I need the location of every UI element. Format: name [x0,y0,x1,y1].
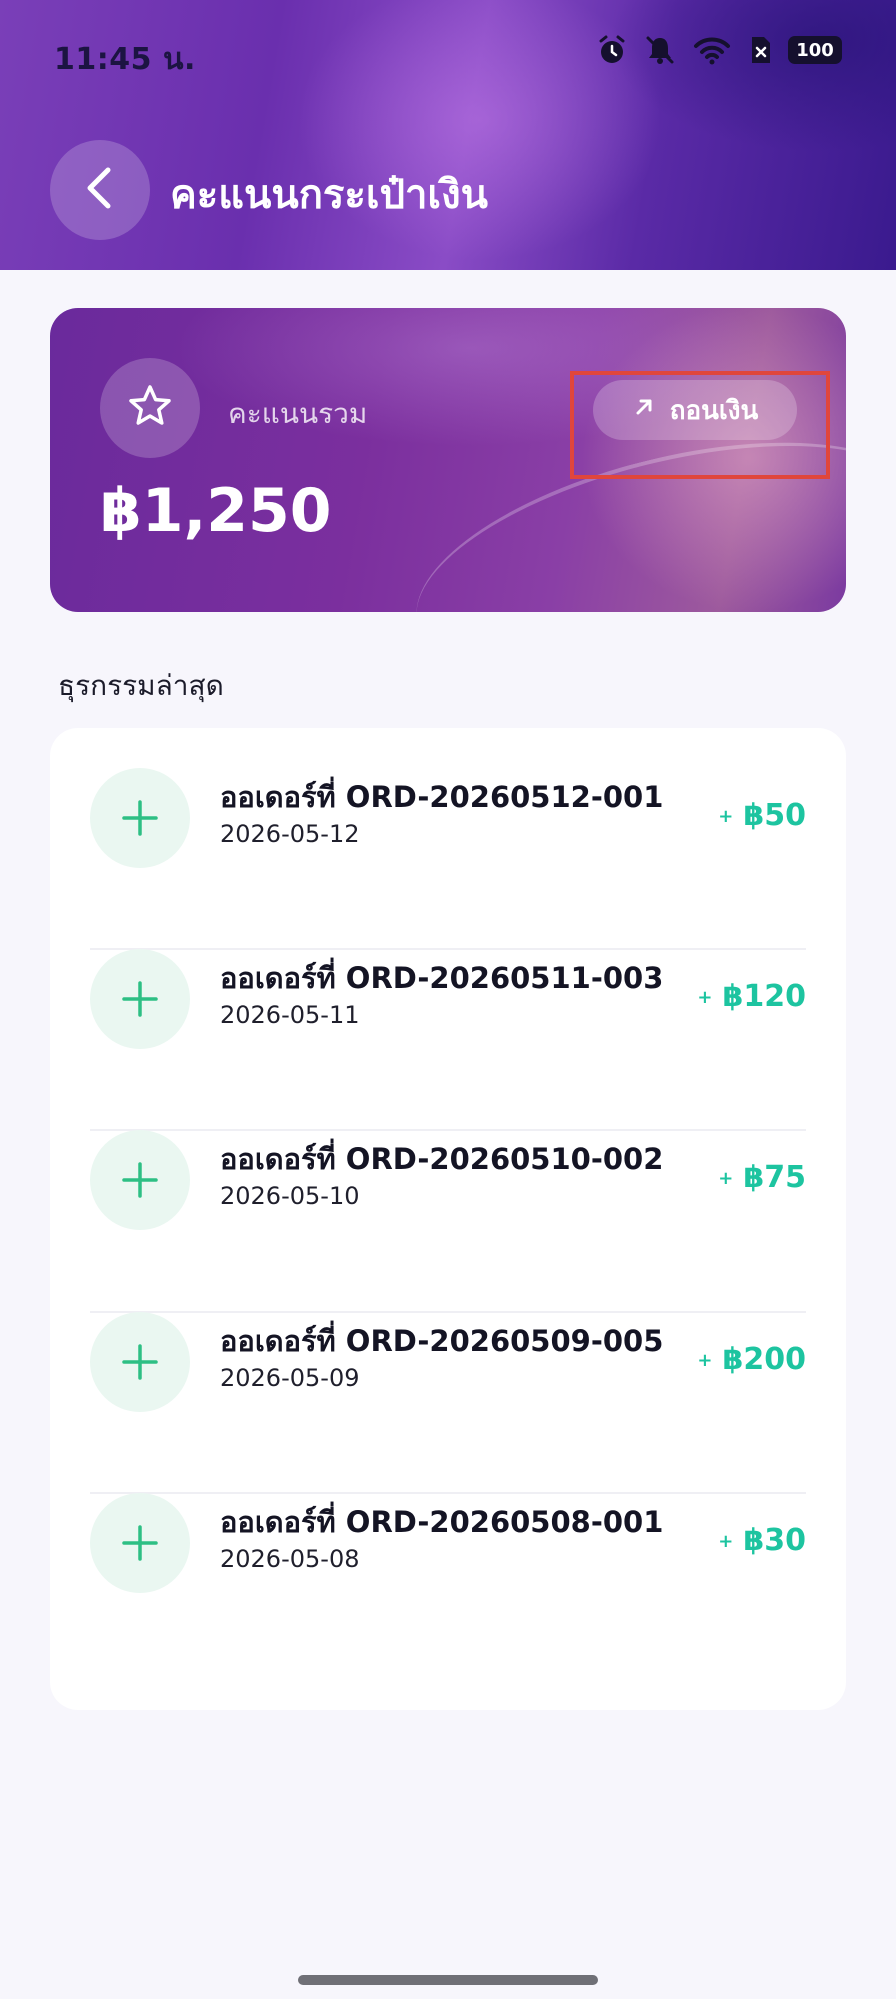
transaction-title: ออเดอร์ที่ ORD-20260508-001 [220,1505,664,1539]
chevron-left-icon [80,164,120,216]
transaction-title: ออเดอร์ที่ ORD-20260511-003 [220,961,664,995]
home-indicator[interactable] [298,1975,598,1985]
amount-value: ฿75 [743,1160,806,1195]
plus-icon [90,1493,190,1593]
transaction-amount: + ฿30 [718,1523,806,1558]
star-badge [100,358,200,458]
transaction-title: ออเดอร์ที่ ORD-20260510-002 [220,1142,664,1176]
amount-sign: + [718,806,734,827]
bell-off-icon [644,34,676,66]
transaction-title: ออเดอร์ที่ ORD-20260509-005 [220,1324,664,1358]
app-header: 11:45 น. 100 คะแนนกระเป๋าเงิน [0,0,896,270]
battery-icon: 100 [788,36,842,64]
plus-icon [90,1130,190,1230]
star-icon [126,382,174,434]
amount-value: ฿50 [743,798,806,833]
plus-icon [90,1312,190,1412]
status-time: 11:45 น. [54,42,196,77]
transaction-amount: + ฿200 [697,1342,806,1377]
points-value: ฿1,250 [100,476,332,546]
transaction-date: 2026-05-11 [220,1001,360,1029]
status-icons: 100 [596,34,842,66]
amount-sign: + [697,987,713,1008]
plus-icon [90,949,190,1049]
list-item[interactable]: ออเดอร์ที่ ORD-20260511-003 2026-05-11 +… [90,909,806,1090]
amount-sign: + [697,1350,713,1371]
amount-value: ฿200 [722,1342,807,1377]
back-button[interactable] [50,140,150,240]
amount-sign: + [718,1531,734,1552]
list-item[interactable]: ออเดอร์ที่ ORD-20260510-002 2026-05-10 +… [90,1090,806,1271]
list-item[interactable]: ออเดอร์ที่ ORD-20260508-001 2026-05-08 +… [90,1453,806,1634]
wallet-card: คะแนนรวม ฿1,250 ถอนเงิน [50,308,846,612]
transaction-amount: + ฿75 [718,1160,806,1195]
list-item[interactable]: ออเดอร์ที่ ORD-20260509-005 2026-05-09 +… [90,1272,806,1453]
amount-value: ฿30 [743,1523,806,1558]
transaction-date: 2026-05-08 [220,1545,360,1573]
transaction-title: ออเดอร์ที่ ORD-20260512-001 [220,780,664,814]
transaction-date: 2026-05-10 [220,1182,360,1210]
points-label: คะแนนรวม [228,397,368,430]
list-item[interactable]: ออเดอร์ที่ ORD-20260512-001 2026-05-12 +… [90,728,806,909]
wifi-icon [692,34,732,66]
sim-x-icon [748,35,772,65]
transaction-amount: + ฿50 [718,798,806,833]
plus-icon [90,768,190,868]
arrow-up-right-icon [632,395,656,426]
withdraw-label: ถอนเงิน [669,395,759,426]
transaction-date: 2026-05-09 [220,1364,360,1392]
alarm-icon [596,34,628,66]
section-title: ธุรกรรมล่าสุด [58,669,224,702]
withdraw-button[interactable]: ถอนเงิน [593,380,797,440]
transaction-list: ออเดอร์ที่ ORD-20260512-001 2026-05-12 +… [50,728,846,1710]
amount-sign: + [718,1168,734,1189]
page-title: คะแนนกระเป๋าเงิน [170,172,488,218]
status-bar: 11:45 น. 100 [0,0,896,110]
transaction-date: 2026-05-12 [220,820,360,848]
transaction-amount: + ฿120 [697,979,806,1014]
amount-value: ฿120 [722,979,807,1014]
